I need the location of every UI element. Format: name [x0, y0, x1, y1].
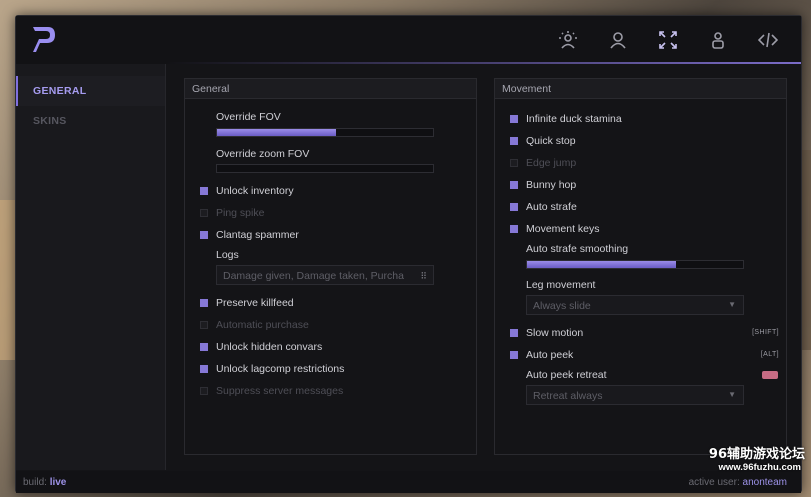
unlock-hidden-convars-checkbox[interactable]: Unlock hidden convars — [200, 341, 322, 353]
chevron-down-icon: ▼ — [728, 300, 736, 309]
movement-keys-checkbox[interactable]: Movement keys — [510, 223, 600, 235]
aimbot-icon[interactable] — [643, 26, 693, 54]
logs-label: Logs — [216, 249, 239, 261]
profile-icon[interactable] — [693, 26, 743, 54]
unlock-inventory-checkbox[interactable]: Unlock inventory — [200, 185, 294, 197]
dropdown-value: Always slide — [533, 300, 591, 312]
logo-icon — [33, 27, 55, 52]
override-zoom-fov-label: Override zoom FOV — [216, 148, 310, 160]
panel-title: General — [185, 79, 476, 99]
slow-motion-keybind[interactable]: [SHIFT] — [752, 329, 779, 336]
leg-movement-dropdown[interactable]: Always slide ▼ — [526, 295, 744, 315]
watermark-url: www.96fuzhu.com — [718, 462, 801, 473]
automatic-purchase-checkbox[interactable]: Automatic purchase — [200, 319, 309, 331]
bunny-hop-checkbox[interactable]: Bunny hop — [510, 179, 576, 191]
chevron-down-icon: ▼ — [728, 390, 736, 399]
checkbox-box — [200, 343, 208, 351]
nav-icon-bar — [543, 26, 793, 54]
checkbox-label: Quick stop — [526, 135, 576, 147]
grid-icon: ⠿ — [420, 271, 427, 281]
clantag-spammer-checkbox[interactable]: Clantag spammer — [200, 229, 299, 241]
general-panel: General Override FOV Override zoom FOV U… — [184, 78, 477, 455]
checkbox-label: Edge jump — [526, 157, 577, 169]
auto-peek-color-picker[interactable] — [762, 371, 778, 379]
checkbox-label: Auto peek — [526, 349, 574, 361]
override-fov-label: Override FOV — [216, 111, 281, 123]
checkbox-box — [510, 181, 518, 189]
auto-peek-retreat-label: Auto peek retreat — [526, 369, 607, 381]
build-value: live — [49, 477, 67, 488]
logs-value: Damage given, Damage taken, Purcha — [223, 270, 404, 282]
checkbox-label: Bunny hop — [526, 179, 577, 191]
checkbox-box — [510, 115, 518, 123]
checkbox-box — [510, 329, 518, 337]
preserve-killfeed-checkbox[interactable]: Preserve killfeed — [200, 297, 294, 309]
visuals-icon[interactable] — [543, 26, 593, 54]
logs-multiselect[interactable]: Damage given, Damage taken, Purcha ⠿ — [216, 265, 434, 285]
checkbox-box — [200, 209, 208, 217]
checkbox-box — [200, 387, 208, 395]
slow-motion-checkbox[interactable]: Slow motion — [510, 327, 583, 339]
checkbox-box — [200, 321, 208, 329]
watermark-text: 96辅助游戏论坛 — [708, 447, 805, 462]
checkbox-label: Auto strafe — [526, 201, 577, 213]
quick-stop-checkbox[interactable]: Quick stop — [510, 135, 576, 147]
footer: build: live active user: anonteam — [16, 471, 801, 493]
auto-peek-keybind[interactable]: [ALT] — [761, 351, 779, 358]
checkbox-box — [200, 187, 208, 195]
retreat-dropdown[interactable]: Retreat always ▼ — [526, 385, 744, 405]
checkbox-label: Infinite duck stamina — [526, 113, 622, 125]
players-icon[interactable] — [593, 26, 643, 54]
leg-movement-label: Leg movement — [526, 279, 596, 291]
topbar-accent-line — [166, 62, 801, 64]
checkbox-box — [510, 137, 518, 145]
checkbox-box — [510, 351, 518, 359]
slider-fill — [217, 129, 336, 136]
auto-peek-checkbox[interactable]: Auto peek — [510, 349, 573, 361]
build-info: build: live — [23, 477, 66, 488]
unlock-lagcomp-checkbox[interactable]: Unlock lagcomp restrictions — [200, 363, 344, 375]
suppress-server-messages-checkbox[interactable]: Suppress server messages — [200, 385, 343, 397]
checkbox-label: Unlock lagcomp restrictions — [216, 363, 345, 375]
user-label: active user: — [688, 477, 740, 488]
checkbox-box — [510, 159, 518, 167]
active-user-info: active user: anonteam — [689, 477, 787, 488]
checkbox-label: Clantag spammer — [216, 229, 299, 241]
checkbox-label: Preserve killfeed — [216, 297, 294, 309]
ping-spike-checkbox[interactable]: Ping spike — [200, 207, 264, 219]
checkbox-box — [510, 225, 518, 233]
panel-title: Movement — [495, 79, 786, 99]
sidebar-tab-skins[interactable]: SKINS — [16, 106, 165, 136]
checkbox-box — [200, 299, 208, 307]
checkbox-label: Unlock inventory — [216, 185, 294, 197]
user-value: anonteam — [742, 477, 787, 488]
override-zoom-fov-slider[interactable] — [216, 164, 434, 173]
checkbox-box — [510, 203, 518, 211]
build-label: build: — [23, 477, 47, 488]
checkbox-label: Slow motion — [526, 327, 584, 339]
sidebar-tab-general[interactable]: GENERAL — [16, 76, 165, 106]
auto-strafe-checkbox[interactable]: Auto strafe — [510, 201, 577, 213]
sidebar: GENERAL SKINS — [16, 64, 166, 470]
checkbox-label: Ping spike — [216, 207, 265, 219]
code-icon[interactable] — [743, 26, 793, 54]
movement-panel: Movement Infinite duck stamina Quick sto… — [494, 78, 787, 455]
auto-strafe-smoothing-label: Auto strafe smoothing — [526, 243, 629, 255]
checkbox-label: Unlock hidden convars — [216, 341, 323, 353]
edge-jump-checkbox[interactable]: Edge jump — [510, 157, 576, 169]
checkbox-box — [200, 231, 208, 239]
checkbox-label: Suppress server messages — [216, 385, 344, 397]
checkbox-label: Movement keys — [526, 223, 600, 235]
infinite-duck-stamina-checkbox[interactable]: Infinite duck stamina — [510, 113, 622, 125]
checkbox-label: Automatic purchase — [216, 319, 309, 331]
override-fov-slider[interactable] — [216, 128, 434, 137]
cheat-menu-window: GENERAL SKINS General Override FOV Overr… — [15, 15, 802, 493]
auto-strafe-smoothing-slider[interactable] — [526, 260, 744, 269]
checkbox-box — [200, 365, 208, 373]
top-bar — [16, 16, 801, 64]
dropdown-value: Retreat always — [533, 390, 603, 402]
slider-fill — [527, 261, 677, 268]
